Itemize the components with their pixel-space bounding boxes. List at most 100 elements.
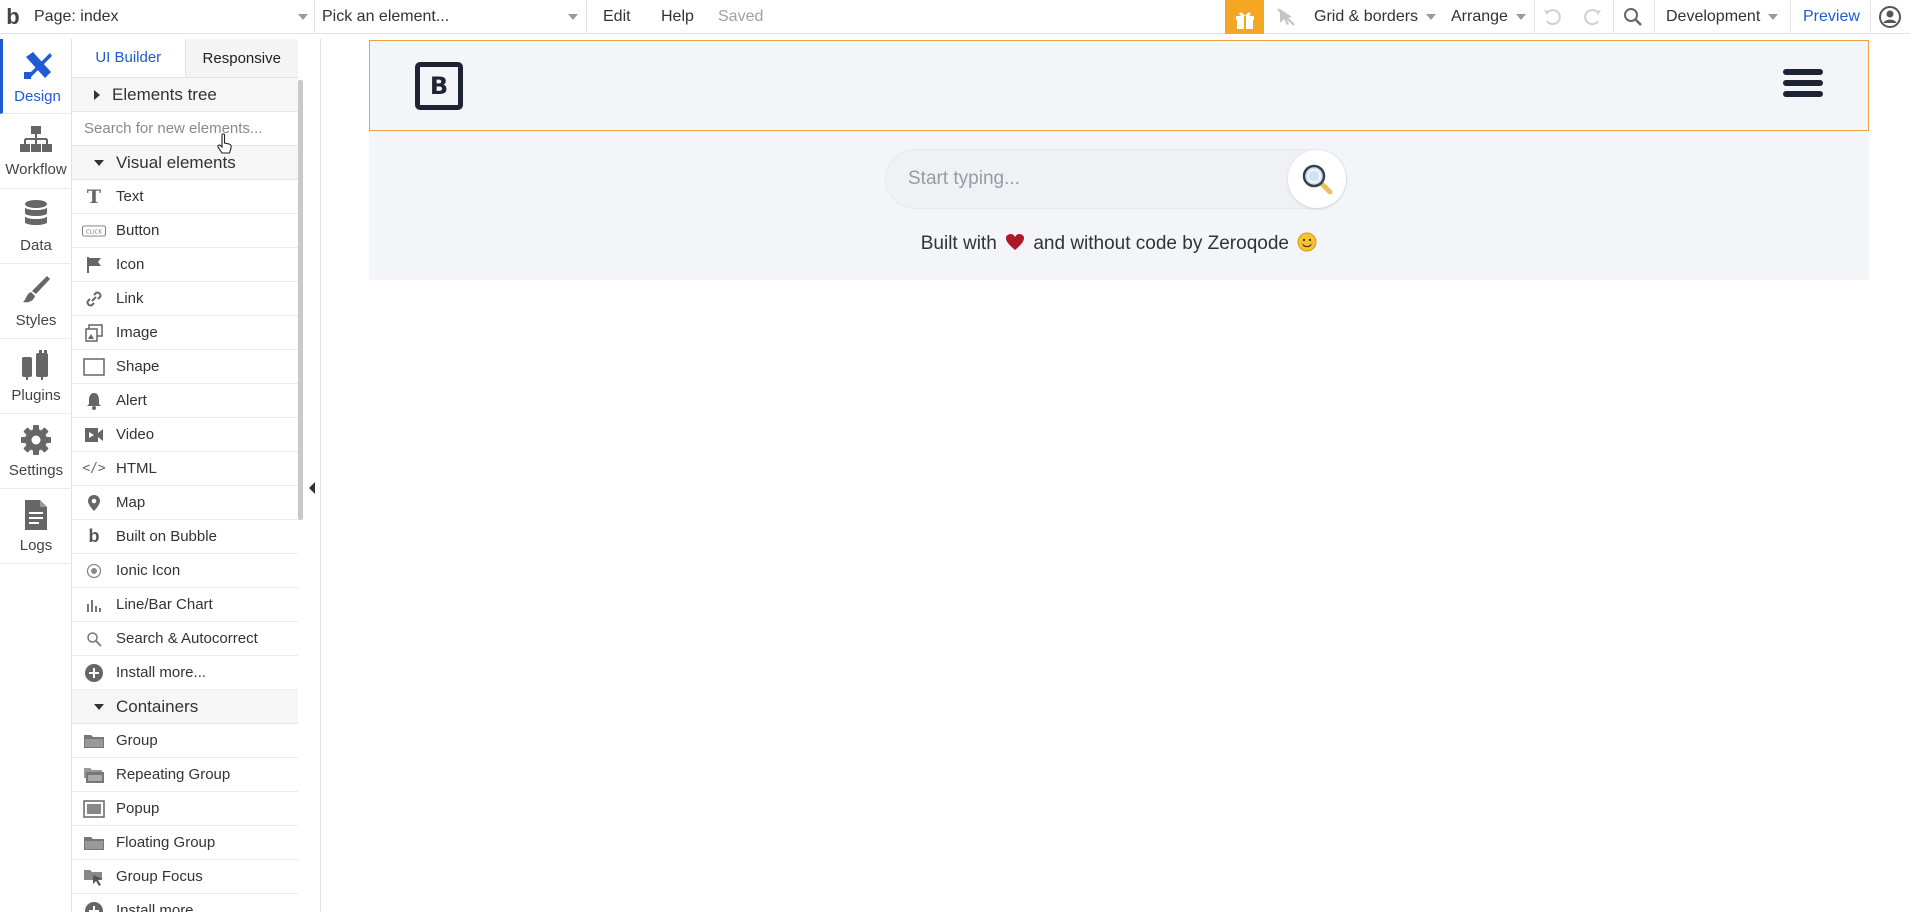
- design-icon: [23, 51, 52, 79]
- code-icon: </>: [82, 461, 106, 476]
- nav-plugins[interactable]: Plugins: [0, 339, 72, 414]
- search-icon: [82, 629, 106, 649]
- redo-button[interactable]: [1580, 0, 1604, 34]
- search-button[interactable]: [1622, 0, 1644, 34]
- element-link[interactable]: Link: [72, 282, 298, 316]
- ionic-icon: [82, 561, 106, 581]
- environment-selector[interactable]: Development: [1666, 0, 1779, 34]
- element-button[interactable]: CLICK Button: [72, 214, 298, 248]
- element-label: Alert: [116, 392, 147, 409]
- undo-button[interactable]: [1541, 0, 1565, 34]
- element-picker[interactable]: Pick an element...: [322, 0, 582, 34]
- element-floating-group[interactable]: Floating Group: [72, 826, 298, 860]
- save-status-label: Saved: [718, 8, 764, 25]
- preview-button[interactable]: Preview: [1803, 0, 1860, 34]
- element-group-focus[interactable]: Group Focus: [72, 860, 298, 894]
- tab-responsive[interactable]: Responsive: [185, 39, 298, 77]
- nav-styles-label: Styles: [15, 311, 57, 329]
- folder-icon: [82, 731, 106, 751]
- caret-right-icon: [94, 89, 100, 100]
- search-input[interactable]: [908, 168, 1278, 190]
- editor-canvas[interactable]: B Built with and without code by Zeroqod…: [322, 34, 1910, 912]
- containers-toggle[interactable]: Containers: [72, 690, 298, 724]
- panel-collapse-handle[interactable]: [303, 39, 321, 912]
- svg-text:CLICK: CLICK: [86, 229, 102, 235]
- plus-circle-icon: [82, 663, 106, 683]
- nav-settings-label: Settings: [8, 461, 64, 479]
- caret-down-icon: [94, 703, 104, 710]
- element-alert[interactable]: Alert: [72, 384, 298, 418]
- element-install-more[interactable]: Install more...: [72, 656, 298, 690]
- text-icon: T: [86, 185, 102, 208]
- element-label: Search & Autocorrect: [116, 630, 258, 647]
- repeating-group-icon: [82, 765, 106, 785]
- collapse-arrow-icon: [309, 482, 315, 494]
- menu-edit[interactable]: Edit: [603, 0, 631, 34]
- grid-borders-label: Grid & borders: [1314, 8, 1419, 25]
- element-picker-label: Pick an element...: [322, 8, 450, 25]
- element-label: Icon: [116, 256, 145, 273]
- element-text[interactable]: T Text: [72, 180, 298, 214]
- hamburger-menu-icon[interactable]: [1783, 69, 1823, 103]
- element-image[interactable]: Image: [72, 316, 298, 350]
- elements-tree-toggle[interactable]: Elements tree: [72, 78, 298, 154]
- element-ionic-icon[interactable]: Ionic Icon: [72, 554, 298, 588]
- map-pin-icon: [82, 493, 106, 513]
- save-status: Saved: [718, 0, 763, 34]
- popup-icon: [82, 799, 106, 819]
- element-shape[interactable]: Shape: [72, 350, 298, 384]
- nav-design[interactable]: Design: [0, 39, 72, 114]
- element-repeating-group[interactable]: Repeating Group: [72, 758, 298, 792]
- environment-label: Development: [1666, 8, 1761, 25]
- element-label: Built on Bubble: [116, 528, 217, 545]
- brand-logo[interactable]: B: [415, 62, 463, 110]
- element-search-autocorrect[interactable]: Search & Autocorrect: [72, 622, 298, 656]
- menu-help[interactable]: Help: [661, 0, 694, 34]
- element-label: Button: [116, 222, 160, 239]
- element-html[interactable]: </> HTML: [72, 452, 298, 486]
- nav-settings[interactable]: Settings: [0, 414, 72, 489]
- bubble-icon: b: [88, 526, 100, 546]
- nav-logs[interactable]: Logs: [0, 489, 72, 564]
- element-label: Line/Bar Chart: [116, 596, 213, 613]
- tab-ui-builder[interactable]: UI Builder: [72, 39, 186, 77]
- left-nav: Design Workflow Data Styles Plugins Sett…: [0, 39, 72, 912]
- element-search-input[interactable]: [84, 120, 284, 137]
- element-built-on-bubble[interactable]: b Built on Bubble: [72, 520, 298, 554]
- top-bar: b Page: index Pick an element... Edit He…: [0, 0, 1910, 38]
- element-map[interactable]: Map: [72, 486, 298, 520]
- nav-data[interactable]: Data: [0, 189, 72, 264]
- element-popup[interactable]: Popup: [72, 792, 298, 826]
- undo-icon: [1544, 9, 1561, 26]
- plus-circle-icon: [82, 901, 106, 912]
- gear-icon: [21, 424, 51, 455]
- element-label: Video: [116, 426, 155, 443]
- page-preview[interactable]: B Built with and without code by Zeroqod…: [369, 40, 1869, 280]
- element-group[interactable]: Group: [72, 724, 298, 758]
- element-line-bar-chart[interactable]: Line/Bar Chart: [72, 588, 298, 622]
- bubble-logo-icon[interactable]: b: [0, 0, 26, 34]
- cursor-mode-button[interactable]: [1275, 0, 1297, 34]
- gift-button[interactable]: [1225, 0, 1264, 38]
- page-selector-label: Page: index: [34, 8, 119, 25]
- nav-styles[interactable]: Styles: [0, 264, 72, 339]
- element-icon[interactable]: Icon: [72, 248, 298, 282]
- nav-workflow[interactable]: Workflow: [0, 114, 72, 189]
- visual-elements-toggle[interactable]: Visual elements: [72, 146, 298, 180]
- account-button[interactable]: [1879, 0, 1901, 34]
- nav-data-label: Data: [20, 236, 52, 254]
- redo-icon: [1584, 9, 1601, 26]
- grid-borders-menu[interactable]: Grid & borders: [1314, 0, 1437, 34]
- document-icon: [25, 499, 47, 530]
- element-video[interactable]: Video: [72, 418, 298, 452]
- magnifier-icon: [1302, 164, 1333, 195]
- element-install-more-containers[interactable]: Install more...: [72, 894, 298, 912]
- plugins-icon: [22, 349, 48, 380]
- page-selector[interactable]: Page: index: [34, 0, 308, 34]
- element-label: Ionic Icon: [116, 562, 181, 579]
- nav-workflow-label: Workflow: [5, 160, 67, 178]
- page-header[interactable]: B: [369, 40, 1869, 131]
- brush-icon: [23, 275, 50, 302]
- search-button[interactable]: [1288, 150, 1346, 208]
- arrange-menu[interactable]: Arrange: [1451, 0, 1526, 34]
